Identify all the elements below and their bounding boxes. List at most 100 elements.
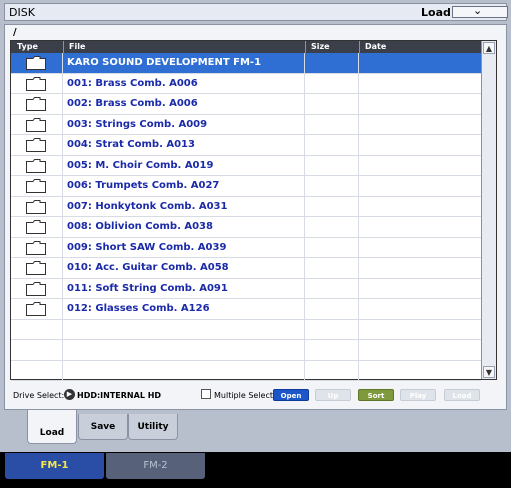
- table-row[interactable]: 004: Strat Comb. A013: [11, 135, 481, 156]
- type-cell: [11, 94, 63, 114]
- size-cell: [305, 94, 359, 114]
- date-cell: [359, 238, 481, 258]
- date-cell: [359, 197, 481, 217]
- column-type[interactable]: Type: [17, 41, 38, 53]
- title-bar: DISK Load ⌄: [4, 3, 508, 21]
- table-row[interactable]: 001: Brass Comb. A006: [11, 73, 481, 94]
- table-row[interactable]: 003: Strings Comb. A009: [11, 114, 481, 135]
- file-name-cell: 011: Soft String Comb. A091: [63, 278, 305, 298]
- file-name-cell: 003: Strings Comb. A009: [63, 114, 305, 134]
- date-cell: [359, 115, 481, 135]
- date-cell: [359, 361, 481, 381]
- folder-icon: [26, 97, 46, 111]
- up-button[interactable]: Up: [315, 389, 351, 401]
- column-file[interactable]: File: [69, 41, 85, 53]
- type-cell: [11, 299, 63, 319]
- file-name-cell: 007: Honkytonk Comb. A031: [63, 196, 305, 216]
- file-name-cell: 009: Short SAW Comb. A039: [63, 237, 305, 257]
- file-name-cell: KARO SOUND DEVELOPMENT FM-1: [63, 53, 305, 73]
- folder-icon: [26, 261, 46, 275]
- table-row[interactable]: 010: Acc. Guitar Comb. A058: [11, 258, 481, 279]
- type-cell: [11, 217, 63, 237]
- sort-button[interactable]: Sort: [358, 389, 394, 401]
- scrollbar[interactable]: ▲ ▼: [481, 41, 496, 379]
- table-row[interactable]: 005: M. Choir Comb. A019: [11, 155, 481, 176]
- size-cell: [305, 73, 359, 93]
- open-button[interactable]: Open: [273, 389, 309, 401]
- tab-load[interactable]: Load: [27, 410, 77, 444]
- type-cell: [11, 135, 63, 155]
- table-row[interactable]: 011: Soft String Comb. A091: [11, 278, 481, 299]
- date-cell: [359, 94, 481, 114]
- file-name-cell: 004: Strat Comb. A013: [63, 135, 305, 155]
- size-cell: [305, 217, 359, 237]
- table-row[interactable]: 008: Oblivion Comb. A038: [11, 217, 481, 238]
- table-row[interactable]: 007: Honkytonk Comb. A031: [11, 196, 481, 217]
- file-name-cell: 002: Brass Comb. A006: [63, 94, 305, 114]
- play-button[interactable]: Play: [400, 389, 436, 401]
- type-cell: [11, 278, 63, 298]
- current-path: /: [13, 27, 17, 38]
- size-cell: [305, 360, 359, 380]
- folder-icon: [26, 138, 46, 152]
- page-menu-button[interactable]: ⌄: [452, 4, 508, 18]
- drive-select-value[interactable]: HDD:INTERNAL HD: [77, 391, 161, 400]
- file-name-cell: [63, 360, 305, 380]
- multiple-select-checkbox[interactable]: [201, 389, 211, 399]
- size-cell: [305, 319, 359, 339]
- file-name-cell: 005: M. Choir Comb. A019: [63, 155, 305, 175]
- size-cell: [305, 299, 359, 319]
- table-row[interactable]: 006: Trumpets Comb. A027: [11, 176, 481, 197]
- tab-save[interactable]: Save: [78, 414, 128, 440]
- table-row[interactable]: 012: Glasses Comb. A126: [11, 299, 481, 320]
- folder-icon: [26, 220, 46, 234]
- file-list[interactable]: Type File Size Date KARO SOUND DEVELOPME…: [10, 40, 497, 381]
- folder-icon: [26, 158, 46, 173]
- drive-select-arrow-icon[interactable]: ▶: [64, 389, 75, 400]
- table-row[interactable]: 002: Brass Comb. A006: [11, 94, 481, 115]
- size-cell: [305, 114, 359, 134]
- date-cell: [359, 176, 481, 196]
- size-cell: [305, 176, 359, 196]
- size-cell: [305, 258, 359, 278]
- folder-icon: [26, 56, 46, 70]
- tab-fm-2[interactable]: FM-2: [106, 453, 205, 479]
- folder-icon: [26, 302, 46, 316]
- folder-icon: [26, 281, 46, 296]
- size-cell: [305, 340, 359, 360]
- table-row[interactable]: [11, 340, 481, 361]
- column-size[interactable]: Size: [311, 41, 330, 53]
- type-cell: [11, 196, 63, 216]
- column-date[interactable]: Date: [365, 41, 386, 53]
- type-cell: [11, 258, 63, 278]
- file-name-cell: [63, 319, 305, 339]
- file-name-cell: 010: Acc. Guitar Comb. A058: [63, 258, 305, 278]
- chevron-down-icon: ⌄: [473, 4, 483, 17]
- type-cell: [11, 114, 63, 134]
- table-row[interactable]: 009: Short SAW Comb. A039: [11, 237, 481, 258]
- size-cell: [305, 155, 359, 175]
- date-cell: [359, 340, 481, 360]
- date-cell: [359, 299, 481, 319]
- tab-fm-1[interactable]: FM-1: [5, 453, 104, 479]
- table-row[interactable]: [11, 319, 481, 340]
- folder-icon: [26, 179, 46, 193]
- multiple-select-label: Multiple Select: [214, 391, 273, 400]
- table-row[interactable]: KARO SOUND DEVELOPMENT FM-1: [11, 53, 481, 74]
- folder-icon: [26, 199, 46, 214]
- size-cell: [305, 196, 359, 216]
- load-button[interactable]: Load: [444, 389, 480, 401]
- date-cell: [359, 74, 481, 94]
- date-cell: [359, 156, 481, 176]
- scroll-down-arrow-icon[interactable]: ▼: [483, 366, 495, 378]
- column-header: Type File Size Date: [11, 41, 481, 53]
- type-cell: [11, 155, 63, 175]
- file-name-cell: [63, 340, 305, 360]
- date-cell: [359, 258, 481, 278]
- type-cell: [11, 319, 63, 339]
- date-cell: [359, 320, 481, 340]
- scroll-up-arrow-icon[interactable]: ▲: [483, 42, 495, 54]
- type-cell: [11, 53, 63, 73]
- tab-utility[interactable]: Utility: [128, 414, 178, 440]
- table-row[interactable]: [11, 360, 481, 381]
